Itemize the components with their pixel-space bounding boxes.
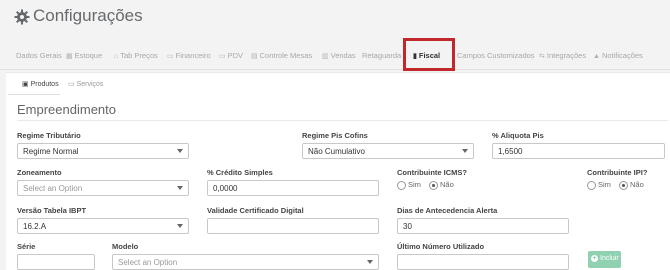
money-icon: ▭ [167,53,174,60]
modelo-select[interactable]: Select an Option [112,254,379,270]
zoneamento-select[interactable]: Select an Option [17,180,189,196]
subtab-servicos[interactable]: ▭ Serviços [68,80,103,88]
regime-tributario-select[interactable]: Regime Normal [17,143,189,159]
tab-label: Financeiro [175,51,211,60]
contribuinte-ipi-label: Contribuinte IPI? [587,168,648,177]
regime-tributario-value: Regime Normal [23,147,79,156]
aliquota-pis-input[interactable]: 1,6500 [492,143,665,159]
tab-label: Campos Customizados [457,51,535,60]
page-header: Configurações [0,0,670,40]
subtab-underline [8,94,60,95]
tab-dados-gerais[interactable]: Dados Gerais [16,51,62,60]
page-title: Configurações [33,6,143,25]
radio-button[interactable] [429,180,439,190]
incluir-button[interactable]: + Incluir [588,251,621,268]
box-icon: ▣ [22,81,31,88]
tab-integracoes[interactable]: ⇆ Integrações [539,51,586,60]
radio-label: Não [630,180,644,189]
regime-pis-cofins-label: Regime Pis Cofins [302,131,368,140]
radio-label: Sim [408,180,421,189]
aliquota-pis-label: % Aliquota Pis [492,131,544,140]
credito-simples-label: % Crédito Simples [207,168,273,177]
tab-label: PDV [227,51,244,60]
radio-label: Não [440,180,454,189]
bell-icon: ▲ [593,53,600,60]
serie-label: Série [17,242,36,251]
tab-label: Estoque [74,51,103,60]
versao-ibpt-label: Versão Tabela IBPT [17,206,87,215]
highlight-annotation [403,38,455,71]
chevron-down-icon [177,224,183,228]
tab-controle-mesas[interactable]: ▤ Controle Mesas [251,51,312,60]
chart-icon: ▥ [322,53,329,60]
section-divider [17,120,668,121]
radio-label: Sim [598,180,611,189]
ultimo-numero-label: Último Número Utilizado [397,242,485,251]
tab-label: Dados Gerais [16,51,62,60]
monitor-icon: ▭ [219,53,226,60]
incluir-label: Incluir [600,255,619,262]
subtab-label: Serviços [76,81,104,88]
settings-tabs: Dados Gerais ▦ Estoque ⌂ Tab Preços ▭ Finan… [0,42,670,70]
subtab-produtos[interactable]: ▣ Produtos [22,80,59,88]
validade-certificado-input[interactable] [207,218,379,234]
versao-ibpt-value: 16.2.A [23,222,47,231]
tab-notificacoes[interactable]: ▲ Notificações [593,51,643,60]
dias-antecedencia-label: Dias de Antecedencia Alerta [397,206,498,215]
zoneamento-placeholder: Select an Option [23,184,83,193]
card-icon: ▭ [68,81,77,88]
ultimo-numero-input[interactable] [397,254,569,270]
contribuinte-icms-label: Contribuinte ICMS? [397,168,467,177]
dias-antecedencia-input[interactable]: 30 [397,218,569,234]
tab-label: Vendas [330,51,356,60]
versao-ibpt-select[interactable]: 16.2.A [17,218,189,234]
tab-financeiro[interactable]: ▭ Financeiro [167,51,211,60]
gear-icon [14,9,30,25]
modelo-placeholder: Select an Option [118,258,178,267]
tab-estoque[interactable]: ▦ Estoque [66,51,102,60]
table-icon: ▤ [251,53,258,60]
regime-pis-cofins-value: Não Cumulativo [308,147,365,156]
tab-vendas[interactable]: ▥ Vendas [322,51,356,60]
zoneamento-label: Zoneamento [17,168,62,177]
ipi-nao-option[interactable]: Não [619,180,644,190]
radio-button[interactable] [587,180,596,190]
chevron-down-icon [177,149,183,153]
tag-icon: ⌂ [114,53,119,60]
icms-sim-option[interactable]: Sim [397,180,421,190]
validade-certificado-label: Validade Certificado Digital [207,206,304,215]
contribuinte-ipi-radios: Sim Não [587,180,650,190]
section-title: Empreendimento [17,102,116,117]
contribuinte-icms-radios: Sim Não [397,180,460,190]
icms-nao-option[interactable]: Não [429,180,454,190]
tab-retaguarda[interactable]: Retaguarda [362,51,401,60]
chevron-down-icon [177,186,183,190]
chevron-down-icon [462,149,468,153]
modelo-label: Modelo [112,242,139,251]
tab-pdv[interactable]: ▭ PDV [219,51,243,60]
grid-icon: ▦ [66,53,73,60]
tab-label: Notificações [601,51,643,60]
tab-label: Retaguarda [362,51,402,60]
radio-button[interactable] [397,180,406,190]
tab-label: Tab Preços [120,51,158,60]
link-icon: ⇆ [539,53,545,60]
serie-input[interactable] [17,254,95,270]
plus-icon: + [591,255,598,262]
regime-tributario-label: Regime Tributário [17,131,81,140]
tab-label: Integrações [546,51,587,60]
tab-label: Controle Mesas [259,51,313,60]
subtab-label: Produtos [30,81,59,88]
regime-pis-cofins-select[interactable]: Não Cumulativo [302,143,474,159]
credito-simples-input[interactable]: 0,0000 [207,180,379,196]
ipi-sim-option[interactable]: Sim [587,180,611,190]
tab-campos-customizados[interactable]: Campos Customizados [457,51,535,60]
tab-tab-precos[interactable]: ⌂ Tab Preços [114,51,158,60]
radio-button[interactable] [619,180,629,190]
chevron-down-icon [367,260,373,264]
